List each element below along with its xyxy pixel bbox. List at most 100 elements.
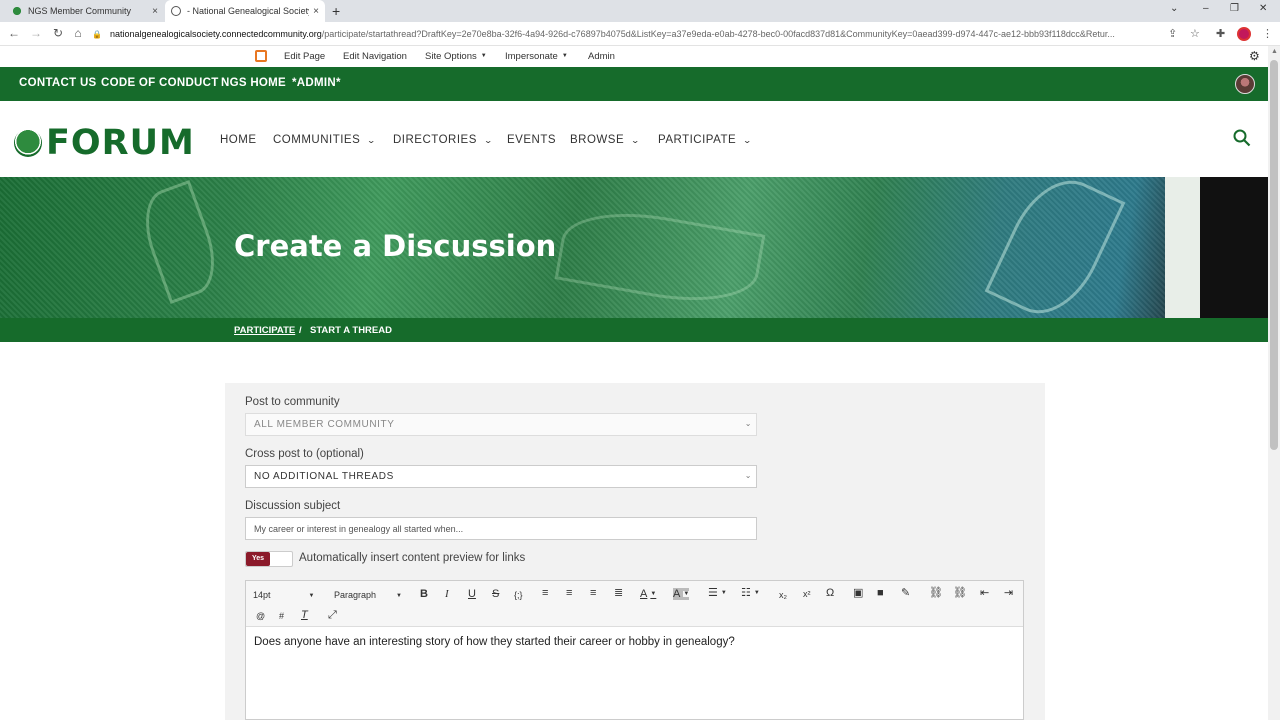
extensions-puzzle-icon[interactable]: ✚ xyxy=(1216,27,1225,40)
site-options-menu[interactable]: Site Options ▼ xyxy=(425,51,487,62)
block-format-value: Paragraph xyxy=(334,590,377,600)
tree-favicon-icon xyxy=(12,6,22,16)
admin-link[interactable]: Admin xyxy=(588,51,615,62)
user-avatar[interactable] xyxy=(1235,74,1255,94)
new-tab-button[interactable]: + xyxy=(332,3,340,19)
forward-arrow-icon[interactable]: → xyxy=(28,26,44,40)
browser-tab-ngs-member-community[interactable]: NGS Member Community × xyxy=(6,0,164,22)
contact-us-link[interactable]: CONTACT US xyxy=(19,77,97,89)
chevron-down-icon: ⌄ xyxy=(630,136,641,145)
lock-icon: 🔒 xyxy=(92,29,102,39)
admin-nav-link[interactable]: *ADMIN* xyxy=(292,77,341,89)
nav-directories-label: DIRECTORIES xyxy=(393,134,477,146)
site-options-label: Site Options xyxy=(425,51,477,62)
highlight-color-icon[interactable]: A ▼ xyxy=(673,588,690,601)
nav-communities[interactable]: COMMUNITIES ⌄ xyxy=(273,134,377,146)
tab-search-icon[interactable]: ⌄ xyxy=(1170,3,1178,14)
underline-icon[interactable]: U xyxy=(468,588,476,600)
post-to-community-select[interactable]: ALL MEMBER COMMUNITY ⌄ xyxy=(245,413,757,436)
ngs-home-link[interactable]: NGS HOME xyxy=(221,77,286,89)
chevron-down-icon: ⌄ xyxy=(744,419,752,428)
back-arrow-icon[interactable]: ← xyxy=(6,26,22,40)
scroll-up-icon[interactable]: ▲ xyxy=(1271,48,1278,55)
browser-menu-icon[interactable]: ⋮ xyxy=(1262,27,1273,40)
chevron-down-icon: ⌄ xyxy=(744,471,752,480)
impersonate-menu[interactable]: Impersonate ▼ xyxy=(505,51,568,62)
home-icon[interactable]: ⌂ xyxy=(70,26,86,40)
align-justify-icon[interactable]: ≣ xyxy=(614,587,623,599)
gear-icon[interactable]: ⚙ xyxy=(1249,49,1260,63)
caret-down-icon: ▼ xyxy=(308,592,315,599)
chevron-down-icon: ⌄ xyxy=(483,136,494,145)
insert-image-icon[interactable]: ▣ xyxy=(853,587,863,599)
bold-icon[interactable]: B xyxy=(420,588,428,600)
browser-tab-national-genealogical-society[interactable]: - National Genealogical Society × xyxy=(165,0,325,22)
clear-formatting-icon[interactable]: T xyxy=(301,609,308,621)
breadcrumb-separator: / xyxy=(299,325,302,336)
logo-text: FORUM xyxy=(46,123,195,163)
editor-body[interactable]: Does anyone have an interesting story of… xyxy=(254,636,735,648)
nav-home[interactable]: HOME xyxy=(220,134,257,146)
url-field[interactable]: 🔒 nationalgenealogicalsociety.connectedc… xyxy=(92,25,1200,43)
mention-icon[interactable]: @ xyxy=(256,610,265,622)
code-of-conduct-link[interactable]: CODE OF CONDUCT xyxy=(101,77,219,89)
text-color-icon[interactable]: A ▼ xyxy=(640,588,656,600)
fullscreen-icon[interactable]: ⤢ xyxy=(328,609,337,621)
tree-logo-icon xyxy=(14,129,42,157)
bullet-list-icon[interactable]: ☰ ▼ xyxy=(708,587,727,599)
cross-post-select[interactable]: NO ADDITIONAL THREADS ⌄ xyxy=(245,465,757,488)
unlink-icon[interactable]: ⛓ xyxy=(953,587,967,599)
rich-text-editor: 14pt ▼ Paragraph ▼ B I U S {;} ≡ ≡ ≡ ≣ A ▼ … xyxy=(245,580,1024,720)
page-scrollbar[interactable]: ▲ xyxy=(1268,46,1280,720)
tab-close-icon[interactable]: × xyxy=(313,6,319,17)
browser-tab-bar: NGS Member Community × - National Geneal… xyxy=(0,0,1280,22)
page-edit-icon[interactable] xyxy=(255,50,267,62)
browser-profile-avatar[interactable] xyxy=(1237,27,1251,41)
edit-source-icon[interactable]: ✎ xyxy=(901,587,910,599)
globe-favicon-icon xyxy=(171,6,181,16)
align-center-icon[interactable]: ≡ xyxy=(566,587,572,599)
italic-icon[interactable]: I xyxy=(445,588,449,600)
restore-icon[interactable]: ❐ xyxy=(1230,3,1239,14)
caret-down-icon: ▼ xyxy=(480,53,487,60)
address-bar: ← → ↻ ⌂ 🔒 nationalgenealogicalsociety.co… xyxy=(0,22,1280,46)
caret-down-icon: ▼ xyxy=(650,591,657,598)
search-icon[interactable] xyxy=(1233,129,1251,147)
admin-toolbar: Edit Page Edit Navigation Site Options ▼ … xyxy=(0,46,1268,67)
subscript-icon[interactable]: x₂ xyxy=(779,589,787,601)
insert-video-icon[interactable]: ■ xyxy=(877,587,884,599)
insert-link-icon[interactable]: ⛓ xyxy=(929,587,943,599)
nav-directories[interactable]: DIRECTORIES ⌄ xyxy=(393,134,494,146)
chevron-down-icon: ⌄ xyxy=(366,136,377,145)
minimize-icon[interactable]: – xyxy=(1203,3,1209,14)
align-right-icon[interactable]: ≡ xyxy=(590,587,596,599)
content-preview-toggle[interactable]: Yes xyxy=(245,551,293,567)
edit-page-link[interactable]: Edit Page xyxy=(284,51,325,62)
bookmark-star-icon[interactable]: ☆ xyxy=(1190,27,1200,40)
nav-events[interactable]: EVENTS xyxy=(507,134,556,146)
tab-close-icon[interactable]: × xyxy=(152,6,158,17)
breadcrumb-participate-link[interactable]: PARTICIPATE xyxy=(234,325,295,336)
discussion-subject-input[interactable]: My career or interest in genealogy all s… xyxy=(245,517,757,540)
forum-logo[interactable]: FORUM xyxy=(14,123,195,163)
hashtag-icon[interactable]: # xyxy=(279,610,284,622)
code-icon[interactable]: {;} xyxy=(514,589,523,601)
outdent-icon[interactable]: ⇤ xyxy=(980,587,989,599)
share-icon[interactable]: ⇪ xyxy=(1168,27,1177,40)
nav-browse[interactable]: BROWSE ⌄ xyxy=(570,134,641,146)
special-character-icon[interactable]: Ω xyxy=(826,587,834,599)
edit-navigation-link[interactable]: Edit Navigation xyxy=(343,51,407,62)
strikethrough-icon[interactable]: S xyxy=(492,588,499,600)
font-size-select[interactable]: 14pt ▼ xyxy=(253,589,314,602)
align-left-icon[interactable]: ≡ xyxy=(542,587,548,599)
nav-participate[interactable]: PARTICIPATE ⌄ xyxy=(658,134,752,146)
indent-icon[interactable]: ⇥ xyxy=(1004,587,1013,599)
content-preview-label: Automatically insert content preview for… xyxy=(299,552,526,564)
reload-icon[interactable]: ↻ xyxy=(50,26,66,40)
stamp-shadow xyxy=(1200,177,1268,318)
block-format-select[interactable]: Paragraph ▼ xyxy=(334,589,402,602)
scrollbar-thumb[interactable] xyxy=(1270,60,1278,450)
numbered-list-icon[interactable]: ☷ ▼ xyxy=(741,587,760,599)
superscript-icon[interactable]: x² xyxy=(803,588,811,600)
window-close-icon[interactable]: ✕ xyxy=(1259,3,1267,14)
